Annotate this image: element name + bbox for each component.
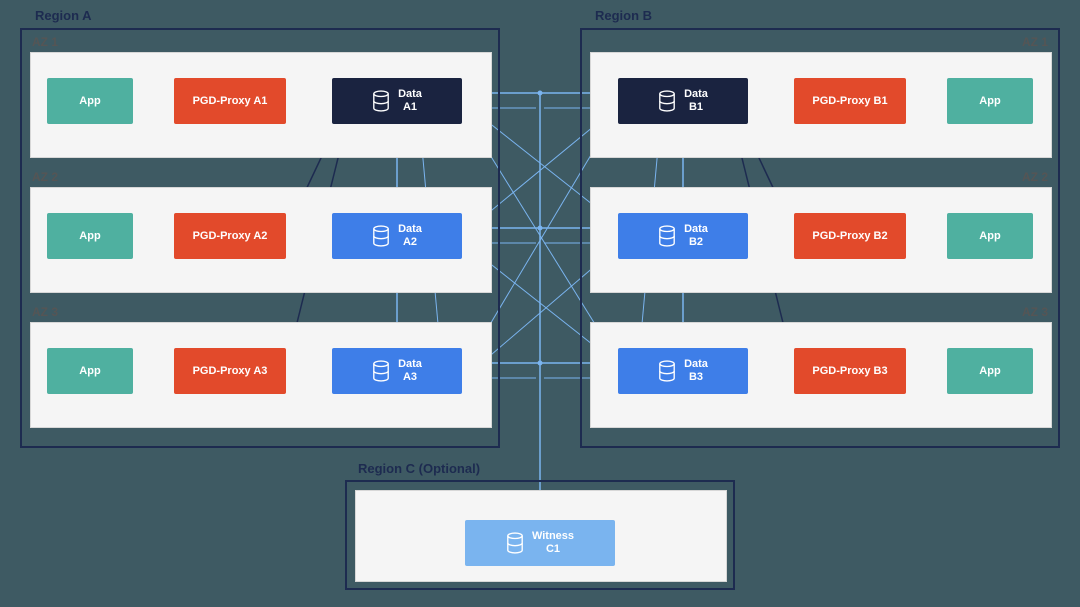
app-a2: App bbox=[47, 213, 133, 259]
proxy-a1: PGD-Proxy A1 bbox=[174, 78, 286, 124]
az-b3-label: AZ 3 bbox=[1022, 305, 1048, 319]
data-a2-text: DataA2 bbox=[398, 223, 422, 248]
proxy-a3: PGD-Proxy A3 bbox=[174, 348, 286, 394]
data-b2-text: DataB2 bbox=[684, 223, 708, 248]
data-b2: DataB2 bbox=[618, 213, 748, 259]
data-b3: DataB3 bbox=[618, 348, 748, 394]
database-icon bbox=[506, 532, 524, 554]
app-b2: App bbox=[947, 213, 1033, 259]
database-icon bbox=[372, 360, 390, 382]
data-b1: DataB1 bbox=[618, 78, 748, 124]
database-icon bbox=[372, 225, 390, 247]
region-c-label: Region C (Optional) bbox=[358, 461, 480, 476]
app-a3: App bbox=[47, 348, 133, 394]
witness-c1-text: WitnessC1 bbox=[532, 530, 574, 555]
region-a-label: Region A bbox=[35, 8, 92, 23]
database-icon bbox=[658, 225, 676, 247]
proxy-b1: PGD-Proxy B1 bbox=[794, 78, 906, 124]
az-b1-label: AZ 1 bbox=[1022, 35, 1048, 49]
app-b3: App bbox=[947, 348, 1033, 394]
app-a1: App bbox=[47, 78, 133, 124]
database-icon bbox=[658, 360, 676, 382]
az-a3-label: AZ 3 bbox=[32, 305, 58, 319]
data-a2: DataA2 bbox=[332, 213, 462, 259]
proxy-a2: PGD-Proxy A2 bbox=[174, 213, 286, 259]
data-a1: DataA1 bbox=[332, 78, 462, 124]
data-a1-text: DataA1 bbox=[398, 88, 422, 113]
proxy-b2: PGD-Proxy B2 bbox=[794, 213, 906, 259]
database-icon bbox=[658, 90, 676, 112]
database-icon bbox=[372, 90, 390, 112]
data-a3-text: DataA3 bbox=[398, 358, 422, 383]
az-a2-label: AZ 2 bbox=[32, 170, 58, 184]
az-b2-label: AZ 2 bbox=[1022, 170, 1048, 184]
witness-c1: WitnessC1 bbox=[465, 520, 615, 566]
az-a1-label: AZ 1 bbox=[32, 35, 58, 49]
data-a3: DataA3 bbox=[332, 348, 462, 394]
app-b1: App bbox=[947, 78, 1033, 124]
proxy-b3: PGD-Proxy B3 bbox=[794, 348, 906, 394]
data-b3-text: DataB3 bbox=[684, 358, 708, 383]
region-b-label: Region B bbox=[595, 8, 652, 23]
data-b1-text: DataB1 bbox=[684, 88, 708, 113]
